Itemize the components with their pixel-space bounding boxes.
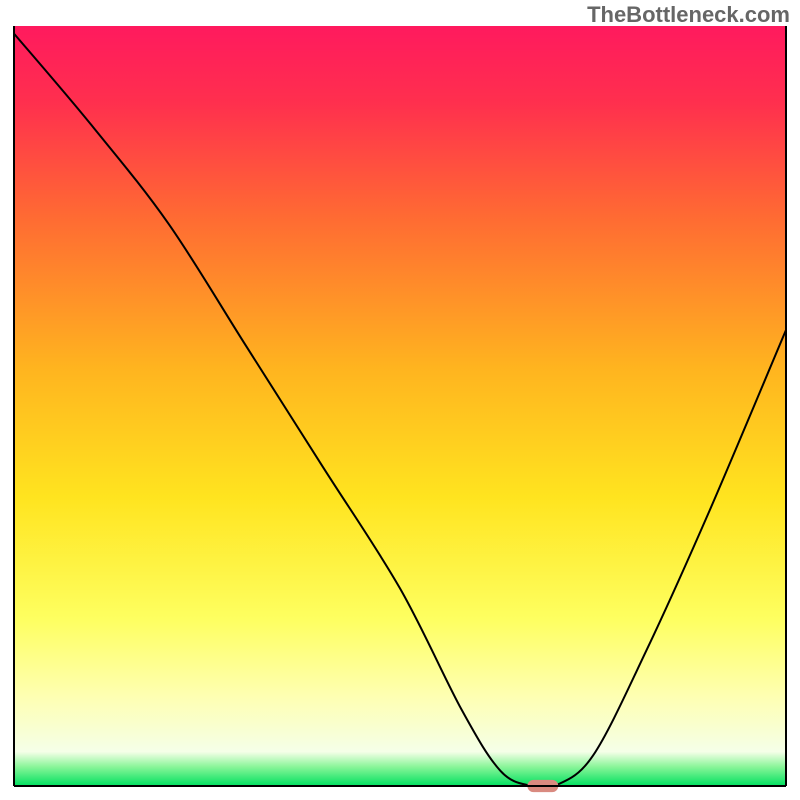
bottleneck-chart (0, 0, 800, 800)
chart-container: TheBottleneck.com (0, 0, 800, 800)
chart-background (14, 26, 786, 786)
watermark-text: TheBottleneck.com (587, 2, 790, 28)
